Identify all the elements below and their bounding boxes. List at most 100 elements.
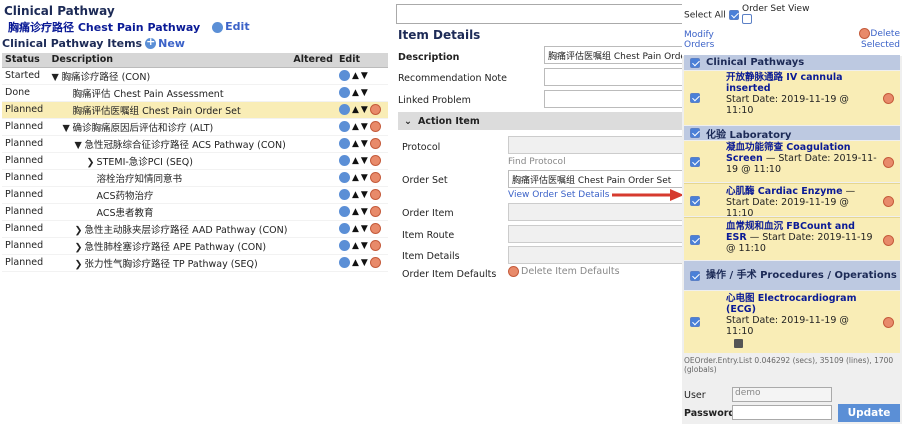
- update-button[interactable]: Update: [838, 404, 900, 422]
- table-row[interactable]: Planned ▼ 确诊胸痛原因后评估和诊疗 (ALT) ▲ ▼: [2, 118, 388, 136]
- move-up-icon[interactable]: ▲: [352, 88, 359, 98]
- order-item-field[interactable]: [508, 203, 684, 221]
- move-down-icon[interactable]: ▼: [361, 88, 368, 98]
- move-down-icon[interactable]: ▼: [361, 122, 368, 132]
- table-row[interactable]: Planned ACS患者教育 ▲ ▼: [2, 203, 388, 221]
- order-checkbox[interactable]: [690, 317, 700, 327]
- order-checkbox[interactable]: [690, 157, 700, 167]
- delete-icon[interactable]: [883, 317, 894, 328]
- edit-icon[interactable]: [338, 155, 350, 166]
- description-field[interactable]: 胸痛评估医嘱组 Chest Pain Order S: [544, 46, 684, 64]
- move-down-icon[interactable]: ▼: [361, 173, 368, 183]
- new-item-link[interactable]: New: [145, 35, 185, 50]
- action-item-section[interactable]: ⌄ Action Item: [398, 112, 684, 130]
- collapsed-caret-icon[interactable]: ❯: [75, 242, 85, 253]
- collapsed-caret-icon[interactable]: ❯: [87, 157, 97, 168]
- move-up-icon[interactable]: ▲: [352, 190, 359, 200]
- delete-icon[interactable]: [883, 196, 894, 207]
- order-set-view-checkbox[interactable]: [742, 14, 752, 24]
- category-laboratory[interactable]: 化验 Laboratory: [684, 126, 900, 141]
- category-checkbox[interactable]: [690, 57, 700, 68]
- edit-icon[interactable]: [338, 87, 350, 98]
- move-down-icon[interactable]: ▼: [361, 71, 368, 81]
- move-up-icon[interactable]: ▲: [352, 241, 359, 251]
- table-row[interactable]: Planned ACS药物治疗 ▲ ▼: [2, 186, 388, 204]
- move-up-icon[interactable]: ▲: [352, 173, 359, 183]
- move-up-icon[interactable]: ▲: [352, 71, 359, 81]
- delete-icon[interactable]: [369, 121, 381, 132]
- move-up-icon[interactable]: ▲: [352, 207, 359, 217]
- expanded-caret-icon[interactable]: ▼: [52, 72, 62, 83]
- category-checkbox[interactable]: [690, 270, 700, 281]
- order-set-view[interactable]: Order Set View: [742, 4, 809, 25]
- edit-icon[interactable]: [338, 206, 350, 217]
- delete-icon[interactable]: [369, 104, 381, 115]
- view-order-set-link[interactable]: View Order Set Details: [508, 190, 610, 200]
- collapsed-caret-icon[interactable]: ❯: [75, 259, 85, 270]
- table-row[interactable]: Started ▼ 胸痛诊疗路径 (CON) ▲ ▼: [2, 67, 388, 85]
- edit-icon[interactable]: [338, 223, 350, 234]
- order-item-ecg[interactable]: 心电图 Electrocardiogram (ECG) Start Date: 2…: [684, 291, 900, 353]
- move-down-icon[interactable]: ▼: [361, 241, 368, 251]
- edit-icon[interactable]: [338, 172, 350, 183]
- move-up-icon[interactable]: ▲: [352, 258, 359, 268]
- delete-icon[interactable]: [883, 93, 894, 104]
- note-icon[interactable]: [734, 339, 743, 348]
- select-all[interactable]: Select All: [684, 10, 739, 21]
- expanded-caret-icon[interactable]: ▼: [63, 123, 73, 134]
- edit-icon[interactable]: [338, 257, 350, 268]
- item-route-field[interactable]: [508, 225, 684, 243]
- edit-icon[interactable]: [338, 70, 350, 81]
- category-procedures[interactable]: 操作 / 手术 Procedures / Operations: [684, 261, 900, 290]
- table-row[interactable]: Done 胸痛评估 Chest Pain Assessment ▲ ▼: [2, 84, 388, 102]
- table-row[interactable]: Planned 溶栓治疗知情同意书 ▲ ▼: [2, 169, 388, 187]
- delete-icon[interactable]: [369, 189, 381, 200]
- top-search-input[interactable]: [396, 4, 684, 24]
- order-item-iv-cannula[interactable]: 开放静脉通路 IV cannula inserted Start Date: 20…: [684, 71, 900, 125]
- table-row[interactable]: Planned ❯ 急性肺栓塞诊疗路径 APE Pathway (CON) ▲ ▼: [2, 237, 388, 255]
- find-protocol-link[interactable]: Find Protocol: [508, 157, 566, 167]
- category-clinical-pathways[interactable]: Clinical Pathways: [684, 55, 900, 70]
- order-item-cardiac-enzyme[interactable]: 心肌酶 Cardiac Enzyme — Start Date: 2019-11…: [684, 183, 900, 219]
- delete-icon[interactable]: [883, 157, 894, 168]
- table-row[interactable]: Planned 胸痛评估医嘱组 Chest Pain Order Set ▲ ▼: [2, 101, 388, 119]
- item-details-field[interactable]: [508, 246, 684, 264]
- move-up-icon[interactable]: ▲: [352, 156, 359, 166]
- order-set-field[interactable]: 胸痛评估医嘱组 Chest Pain Order Set: [508, 170, 684, 188]
- edit-icon[interactable]: [338, 240, 350, 251]
- move-up-icon[interactable]: ▲: [352, 122, 359, 132]
- table-row[interactable]: Planned ❯ STEMI-急诊PCI (SEQ) ▲ ▼: [2, 152, 388, 170]
- category-checkbox[interactable]: [690, 128, 700, 138]
- edit-icon[interactable]: [338, 104, 350, 115]
- order-checkbox[interactable]: [690, 196, 700, 206]
- delete-icon[interactable]: [369, 240, 381, 251]
- collapsed-caret-icon[interactable]: ❯: [75, 225, 85, 236]
- table-row[interactable]: Planned ▼ 急性冠脉综合征诊疗路径 ACS Pathway (CON) ▲ ▼: [2, 135, 388, 153]
- order-item-fbcount[interactable]: 血常规和血沉 FBCount and ESR — Start Date: 201…: [684, 217, 900, 260]
- recommendation-field[interactable]: [544, 68, 684, 86]
- move-down-icon[interactable]: ▼: [361, 258, 368, 268]
- delete-item-defaults-link[interactable]: Delete Item Defaults: [508, 266, 620, 277]
- delete-icon[interactable]: [369, 257, 381, 268]
- order-checkbox[interactable]: [690, 93, 700, 103]
- table-row[interactable]: Planned ❯ 张力性气胸诊疗路径 TP Pathway (SEQ) ▲ ▼: [2, 254, 388, 272]
- move-down-icon[interactable]: ▼: [361, 139, 368, 149]
- delete-icon[interactable]: [369, 206, 381, 217]
- edit-icon[interactable]: [338, 189, 350, 200]
- modify-orders-link[interactable]: Modify Orders: [684, 30, 720, 50]
- move-down-icon[interactable]: ▼: [361, 207, 368, 217]
- order-item-coagulation[interactable]: 凝血功能筛查 Coagulation Screen — Start Date: …: [684, 141, 900, 182]
- move-down-icon[interactable]: ▼: [361, 156, 368, 166]
- expanded-caret-icon[interactable]: ▼: [75, 140, 85, 151]
- delete-selected-link[interactable]: Delete Selected: [856, 28, 900, 51]
- protocol-field[interactable]: [508, 136, 684, 154]
- move-up-icon[interactable]: ▲: [352, 139, 359, 149]
- edit-icon[interactable]: [338, 121, 350, 132]
- edit-pathway-link[interactable]: Edit: [212, 20, 250, 33]
- order-checkbox[interactable]: [690, 235, 700, 245]
- user-input[interactable]: demo: [732, 387, 832, 402]
- table-row[interactable]: Planned ❯ 急性主动脉夹层诊疗路径 AAD Pathway (CON) ▲ ▼: [2, 220, 388, 238]
- delete-icon[interactable]: [369, 172, 381, 183]
- select-all-checkbox[interactable]: [728, 10, 739, 20]
- move-down-icon[interactable]: ▼: [361, 224, 368, 234]
